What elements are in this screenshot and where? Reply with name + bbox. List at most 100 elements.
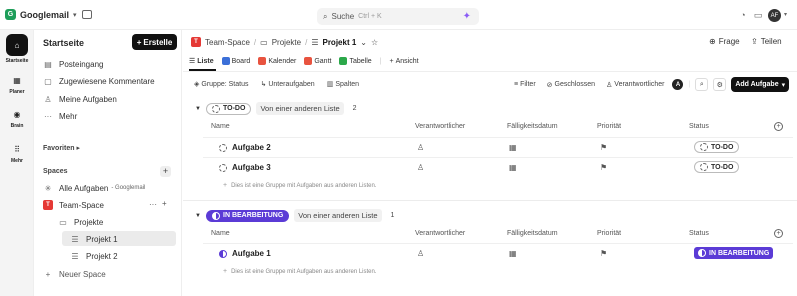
- list-view-icon: ☰: [189, 58, 196, 65]
- share-button[interactable]: ⇪ Teilen: [751, 37, 782, 46]
- video-icon[interactable]: ▭: [753, 10, 763, 20]
- subtasks-button[interactable]: ↳ Unteraufgaben: [257, 78, 317, 90]
- rail-item-brain[interactable]: ◉ Brain: [0, 108, 34, 129]
- caret-down-icon[interactable]: ▼: [195, 106, 201, 112]
- sidebar-item-projekt-2[interactable]: ☰ Projekt 2: [70, 249, 117, 263]
- space-more-icon[interactable]: ···: [149, 200, 157, 209]
- group-by-button[interactable]: ◈ Gruppe: Status: [191, 78, 251, 90]
- status-progress-icon: [698, 249, 706, 257]
- column-header-assignee[interactable]: Verantwortlicher: [415, 230, 465, 237]
- check-circle-icon[interactable]: ◔: [738, 10, 748, 20]
- calendar-icon[interactable]: ▦: [509, 163, 517, 172]
- sidebar-item-team-space[interactable]: T Team-Space: [43, 198, 104, 212]
- sidebar-item-all-tasks[interactable]: ✳ Alle Aufgaben - Googlemail: [43, 181, 146, 195]
- task-name[interactable]: Aufgabe 3: [219, 163, 271, 172]
- chevron-down-icon[interactable]: ⌄: [360, 38, 367, 47]
- grid-icon: ⠿: [14, 145, 20, 154]
- column-header-due[interactable]: Fälligkeitsdatum: [507, 230, 558, 237]
- calendar-icon[interactable]: ▦: [509, 143, 517, 152]
- columns-button[interactable]: ▥ Spalten: [324, 78, 362, 90]
- create-button[interactable]: + Erstelle: [132, 34, 177, 50]
- calendar-icon: ▦: [13, 76, 21, 85]
- status-todo-icon: [219, 163, 227, 172]
- tab-kalender[interactable]: Kalender: [258, 57, 296, 65]
- space-add-icon[interactable]: +: [162, 199, 167, 208]
- status-cell[interactable]: IN BEARBEITUNG: [694, 247, 774, 259]
- calendar-icon[interactable]: [82, 10, 92, 19]
- flag-icon[interactable]: ⚑: [600, 163, 607, 172]
- workspace-name: Googlemail: [20, 9, 70, 20]
- filter-icon: ≡: [514, 81, 519, 88]
- breadcrumb-folder[interactable]: Projekte: [272, 38, 301, 47]
- sidebar-item-projekte[interactable]: ▭ Projekte: [58, 215, 103, 229]
- add-view-button[interactable]: + Ansicht: [389, 58, 418, 65]
- status-cell[interactable]: TO-DO: [694, 161, 740, 173]
- tab-board[interactable]: Board: [221, 57, 250, 65]
- rail-item-planer[interactable]: ▦ Planer: [0, 74, 34, 95]
- chevron-down-icon[interactable]: ▾: [784, 11, 787, 18]
- column-header-name[interactable]: Name: [211, 123, 230, 130]
- flag-icon[interactable]: ⚑: [600, 143, 607, 152]
- favorites-section[interactable]: Favoriten ▸: [43, 144, 80, 152]
- tab-tabelle[interactable]: Tabelle: [339, 57, 372, 65]
- assignee-icon[interactable]: ♙: [417, 249, 424, 258]
- sidebar-item-label: Mehr: [59, 111, 78, 121]
- search-bar[interactable]: ⌕ Suche Ctrl + K ✦: [317, 8, 479, 25]
- column-header-priority[interactable]: Priorität: [597, 230, 621, 237]
- column-header-due[interactable]: Fälligkeitsdatum: [507, 123, 558, 130]
- status-badge[interactable]: IN BEARBEITUNG: [206, 209, 290, 222]
- filter-button[interactable]: ≡ Filter: [511, 79, 539, 90]
- breadcrumb-separator: /: [305, 37, 308, 47]
- flag-icon[interactable]: ⚑: [600, 249, 607, 258]
- rail-item-mehr[interactable]: ⠿ Mehr: [0, 143, 34, 164]
- rail-item-home[interactable]: ⌂ Startseite: [0, 34, 34, 64]
- workspace-switcher[interactable]: G Googlemail ▾: [5, 9, 77, 20]
- sidebar-item-projekt-1[interactable]: ☰ Projekt 1: [70, 232, 117, 246]
- column-header-name[interactable]: Name: [211, 230, 230, 237]
- column-header-status[interactable]: Status: [689, 230, 709, 237]
- avatar[interactable]: A: [672, 79, 684, 90]
- gear-icon[interactable]: ⚙: [713, 78, 727, 91]
- assignee-icon[interactable]: ♙: [417, 163, 424, 172]
- task-title: Aufgabe 3: [232, 163, 271, 172]
- status-badge: TO-DO: [694, 141, 740, 153]
- status-badge[interactable]: TO-DO: [206, 102, 252, 115]
- star-icon[interactable]: ☆: [371, 38, 378, 47]
- task-name[interactable]: Aufgabe 2: [219, 143, 271, 152]
- breadcrumb-space[interactable]: Team-Space: [205, 38, 250, 47]
- column-header-assignee[interactable]: Verantwortlicher: [415, 123, 465, 130]
- add-column-icon[interactable]: +: [774, 122, 783, 131]
- sidebar-item-new-space[interactable]: + Neuer Space: [43, 267, 106, 281]
- task-name[interactable]: Aufgabe 1: [219, 249, 271, 258]
- toolbar-label: Spalten: [335, 80, 360, 88]
- ask-button[interactable]: ⊕ Frage: [709, 37, 740, 46]
- calendar-icon: [258, 57, 267, 65]
- avatar[interactable]: AF: [768, 9, 781, 22]
- search-icon[interactable]: ⌕: [695, 78, 709, 91]
- calendar-icon[interactable]: ▦: [509, 249, 517, 258]
- status-cell[interactable]: TO-DO: [694, 141, 740, 153]
- assignee-filter-button[interactable]: ♙ Verantwortlicher: [603, 79, 667, 91]
- sidebar-item-comments[interactable]: ▢ Zugewiesene Kommentare: [43, 74, 154, 88]
- add-column-icon[interactable]: +: [774, 229, 783, 238]
- assignee-icon[interactable]: ♙: [417, 143, 424, 152]
- other-list-label: Von einer anderen Liste: [256, 102, 344, 115]
- ai-sparkle-icon[interactable]: ✦: [463, 11, 471, 22]
- column-header-status[interactable]: Status: [689, 123, 709, 130]
- tab-liste[interactable]: ☰ Liste: [189, 57, 214, 66]
- add-task-button[interactable]: Add Aufgabe ▾: [731, 77, 790, 92]
- caret-down-icon[interactable]: ▼: [195, 213, 201, 219]
- table-row[interactable]: Aufgabe 3 ♙ ▦ ⚑ TO-DO: [203, 157, 793, 175]
- table-row[interactable]: Aufgabe 1 ♙ ▦ ⚑ IN BEARBEITUNG: [203, 243, 793, 261]
- table-row[interactable]: Aufgabe 2 ♙ ▦ ⚑ TO-DO: [203, 137, 793, 155]
- tab-gantt[interactable]: Gantt: [304, 57, 331, 65]
- divider: |: [379, 57, 382, 65]
- column-header-priority[interactable]: Priorität: [597, 123, 621, 130]
- sidebar-item-more[interactable]: ··· Mehr: [43, 109, 77, 123]
- sidebar-item-my-tasks[interactable]: ♙ Meine Aufgaben: [43, 92, 116, 106]
- breadcrumb-list[interactable]: Projekt 1: [322, 38, 356, 47]
- add-space-button[interactable]: +: [160, 166, 171, 177]
- sidebar-item-inbox[interactable]: ▤ Posteingang: [43, 57, 103, 71]
- closed-button[interactable]: ⊘ Geschlossen: [544, 79, 598, 91]
- sidebar-item-label: Alle Aufgaben: [59, 183, 109, 193]
